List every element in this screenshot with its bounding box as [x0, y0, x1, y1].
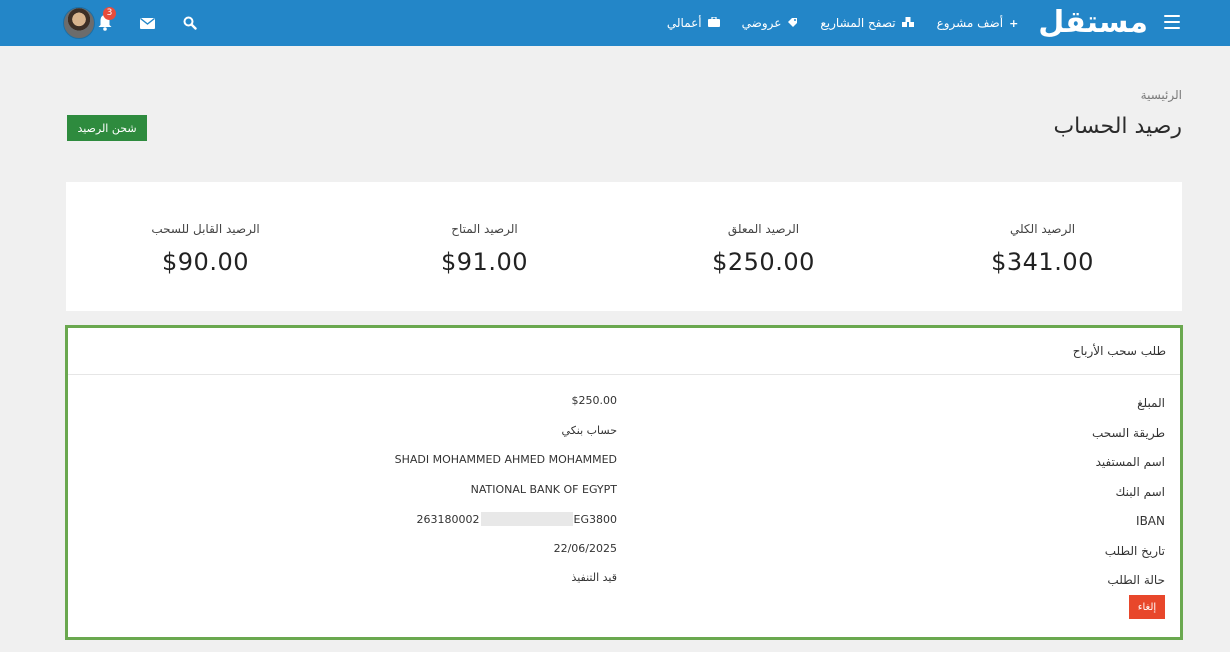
nav-my-works-label: أعمالي — [666, 16, 702, 30]
pending-balance-value: $250.00 — [712, 248, 815, 276]
charge-balance-button[interactable]: شحن الرصيد — [67, 115, 147, 141]
cancel-request-button[interactable]: إلغاء — [1129, 595, 1165, 619]
detail-label: IBAN — [1136, 514, 1165, 528]
available-balance-label: الرصيد المتاح — [451, 222, 518, 236]
logo[interactable]: مستقل — [1038, 0, 1148, 46]
detail-label: اسم البنك — [1115, 484, 1165, 499]
menu-icon[interactable] — [1164, 15, 1180, 29]
nav-add-project-label: أضف مشروع — [936, 16, 1004, 30]
withdrawal-details: المبلغ $250.00 طريقة السحب حساب بنكي اسم… — [68, 375, 1180, 598]
plus-icon: + — [1009, 16, 1019, 30]
messages-button[interactable] — [137, 14, 155, 32]
avatar[interactable] — [63, 7, 95, 39]
withdrawable-balance-value: $90.00 — [162, 248, 249, 276]
nav-my-offers[interactable]: عروضي — [742, 16, 799, 30]
user-nav: 3 — [63, 0, 221, 46]
search-button[interactable] — [179, 14, 197, 32]
panel-title: طلب سحب الأرباح — [68, 328, 1180, 375]
withdrawable-balance-label: الرصيد القابل للسحب — [151, 222, 260, 236]
nav-my-works[interactable]: أعمالي — [667, 16, 720, 30]
available-balance-value: $91.00 — [441, 248, 528, 276]
nav-browse-projects-label: تصفح المشاريع — [820, 16, 896, 30]
top-navbar: مستقل + أضف مشروع تصفح المشاريع عروضي أع… — [0, 0, 1230, 46]
detail-label: المبلغ — [1137, 396, 1165, 410]
detail-value: 22/06/2025 — [553, 541, 617, 555]
detail-row-beneficiary: اسم المستفيد SHADI MOHAMMED AHMED MOHAMM… — [68, 450, 1180, 480]
envelope-icon — [137, 18, 155, 29]
detail-row-amount: المبلغ $250.00 — [68, 391, 1180, 421]
cubes-icon — [901, 16, 915, 30]
notifications-badge: 3 — [103, 7, 116, 20]
detail-value: SHADI MOHAMMED AHMED MOHAMMED — [394, 453, 617, 466]
detail-value: حساب بنكي — [561, 423, 617, 437]
detail-row-method: طريقة السحب حساب بنكي — [68, 421, 1180, 451]
detail-label: حالة الطلب — [1107, 573, 1165, 587]
main-nav: مستقل + أضف مشروع تصفح المشاريع عروضي أع… — [645, 0, 1148, 46]
detail-label: تاريخ الطلب — [1104, 543, 1165, 558]
iban-redaction — [480, 512, 573, 526]
nav-my-offers-label: عروضي — [741, 16, 782, 30]
iban-prefix: EG3800 — [573, 512, 617, 526]
detail-value: $250.00 — [571, 394, 618, 407]
breadcrumb-home[interactable]: الرئيسية — [1141, 88, 1182, 102]
briefcase-icon — [707, 16, 720, 29]
detail-value: NATIONAL BANK OF EGYPT — [470, 482, 617, 496]
detail-row-iban: IBAN EG3800 263180002 — [68, 509, 1180, 539]
withdrawable-balance: الرصيد القابل للسحب $90.00 — [66, 182, 345, 311]
pending-balance: الرصيد المعلق $250.00 — [624, 182, 903, 311]
nav-add-project[interactable]: + أضف مشروع — [937, 16, 1019, 30]
notifications-button[interactable]: 3 — [95, 7, 116, 32]
total-balance: الرصيد الكلي $341.00 — [903, 182, 1182, 311]
total-balance-label: الرصيد الكلي — [1009, 222, 1076, 236]
withdrawal-request-panel: طلب سحب الأرباح المبلغ $250.00 طريقة الس… — [65, 325, 1183, 640]
available-balance: الرصيد المتاح $91.00 — [345, 182, 624, 311]
detail-row-status: حالة الطلب قيد التنفيذ — [68, 568, 1180, 598]
page-title: رصيد الحساب — [1053, 114, 1182, 139]
balance-summary: الرصيد الكلي $341.00 الرصيد المعلق $250.… — [66, 182, 1182, 311]
total-balance-value: $341.00 — [991, 248, 1094, 276]
iban-suffix: 263180002 — [416, 512, 480, 526]
tag-icon — [787, 17, 798, 30]
detail-value: قيد التنفيذ — [571, 571, 617, 584]
pending-balance-label: الرصيد المعلق — [727, 222, 800, 236]
detail-row-bank-name: اسم البنك NATIONAL BANK OF EGYPT — [68, 480, 1180, 510]
search-icon — [179, 16, 197, 30]
detail-label: اسم المستفيد — [1095, 455, 1165, 469]
detail-row-request-date: تاريخ الطلب 22/06/2025 — [68, 539, 1180, 569]
detail-label: طريقة السحب — [1091, 425, 1165, 440]
iban-value: EG3800 263180002 — [417, 512, 617, 526]
nav-browse-projects[interactable]: تصفح المشاريع — [820, 16, 914, 30]
